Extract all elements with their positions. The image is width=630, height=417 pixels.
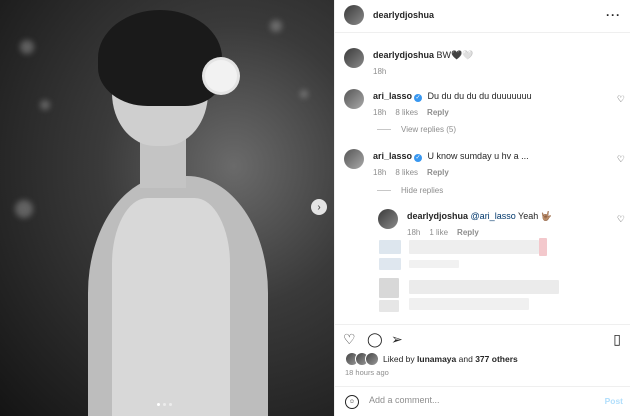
avatar[interactable] [344, 149, 364, 169]
verified-badge-icon: ✓ [414, 94, 423, 102]
comment-likes[interactable]: 8 likes [395, 168, 418, 177]
hide-replies-label[interactable]: Hide replies [401, 186, 443, 195]
heart-icon[interactable]: ♡ [617, 214, 625, 225]
comment-time: 18h [373, 108, 387, 117]
reply-button[interactable]: Reply [457, 228, 479, 237]
caption-username[interactable]: dearlydjoshua [373, 50, 434, 60]
comment-bubble-icon[interactable]: ◯ [367, 331, 383, 348]
paper-plane-icon[interactable]: ➢ [391, 331, 403, 348]
comment-text: U know sumday u hv a ... [427, 151, 529, 161]
bookmark-icon[interactable]: ▯ [613, 331, 621, 348]
add-comment-bar: ☺ Post [335, 386, 630, 417]
post-photo: › [0, 0, 334, 416]
liked-by-others[interactable]: 377 others [475, 354, 518, 364]
comment-item: ari_lasso ✓ U know sumday u hv a ... 18h … [335, 146, 630, 177]
view-replies-label[interactable]: View replies (5) [401, 125, 456, 134]
post-actions: ♡ ◯ ➢ ▯ [335, 324, 630, 351]
liked-by-user[interactable]: lunamaya [417, 354, 456, 364]
flower-accessory [205, 60, 237, 92]
post-time: 18 hours ago [345, 368, 389, 377]
heart-icon[interactable]: ♡ [617, 154, 625, 165]
reply-text: Yeah 🤟🏽 [518, 211, 552, 221]
comment-likes[interactable]: 8 likes [395, 108, 418, 117]
heart-icon[interactable]: ♡ [617, 94, 625, 105]
avatar[interactable] [344, 89, 364, 109]
post-header: dearlydjoshua ··· [335, 0, 630, 33]
post-button[interactable]: Post [605, 396, 623, 406]
hide-replies-button[interactable]: Hide replies [377, 186, 443, 195]
view-replies-button[interactable]: View replies (5) [377, 125, 456, 134]
avatar[interactable] [378, 209, 398, 229]
reply-button[interactable]: Reply [427, 108, 449, 117]
heart-icon[interactable]: ♡ [343, 331, 356, 348]
comment-username[interactable]: ari_lasso [373, 151, 412, 161]
reply-username[interactable]: dearlydjoshua [407, 211, 468, 221]
reply-item: dearlydjoshua @ari_lasso Yeah 🤟🏽 18h 1 l… [369, 206, 630, 237]
reply-time: 18h [407, 228, 421, 237]
comment-text: Du du du du du duuuuuuu [427, 91, 532, 101]
reply-likes[interactable]: 1 like [429, 228, 448, 237]
avatar[interactable] [344, 5, 364, 25]
post-side-panel: dearlydjoshua ··· dearlydjoshua BW🖤🤍 18h… [334, 0, 630, 416]
carousel-dots [157, 403, 172, 406]
more-dots-icon[interactable]: ··· [606, 8, 621, 22]
reply-mention[interactable]: @ari_lasso [471, 211, 516, 221]
verified-badge-icon: ✓ [414, 154, 423, 162]
chevron-right-icon[interactable]: › [311, 199, 327, 215]
liked-by-and: and [458, 354, 473, 364]
comment-time: 18h [373, 168, 387, 177]
avatar[interactable] [344, 48, 364, 68]
comment-item: ari_lasso ✓ Du du du du du duuuuuuu 18h 8… [335, 86, 630, 117]
reply-button[interactable]: Reply [427, 168, 449, 177]
emoji-icon[interactable]: ☺ [345, 395, 359, 409]
caption-time: 18h [373, 67, 387, 76]
comment-input[interactable] [367, 394, 591, 406]
liked-by-prefix: Liked by [383, 354, 415, 364]
header-username[interactable]: dearlydjoshua [373, 10, 434, 20]
caption: dearlydjoshua BW🖤🤍 18h [335, 45, 630, 76]
caption-text: BW🖤🤍 [436, 50, 474, 60]
comment-username[interactable]: ari_lasso [373, 91, 412, 101]
avatar [365, 352, 379, 366]
liked-by: Liked by lunamaya and 377 others [345, 352, 518, 366]
